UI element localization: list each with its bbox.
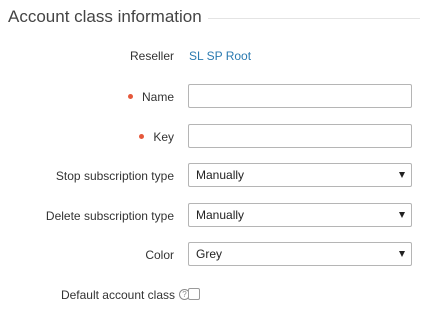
delete-subscription-type-value: Manually [196,208,245,222]
name-row: Name [0,84,426,110]
key-label: Key [139,124,174,150]
dropdown-arrow-icon [399,251,405,257]
default-account-class-row: Default account class? [0,282,426,308]
key-row: Key [0,124,426,150]
key-label-text: Key [153,130,174,144]
reseller-link[interactable]: SL SP Root [189,43,251,69]
required-marker-icon [139,134,145,140]
delete-subscription-type-label: Delete subscription type [45,209,174,223]
name-label-text: Name [141,90,174,104]
color-label: Color [145,248,174,262]
dropdown-arrow-icon [399,172,405,178]
delete-subscription-type-row: Delete subscription type Manually [0,203,426,229]
delete-subscription-type-select[interactable]: Manually [188,203,412,227]
stop-subscription-type-label: Stop subscription type [55,169,174,183]
name-input[interactable] [188,84,412,108]
reseller-label: Reseller [129,49,174,63]
stop-subscription-type-select[interactable]: Manually [188,163,412,187]
section-title: Account class information [8,7,208,27]
stop-subscription-type-row: Stop subscription type Manually [0,163,426,189]
section-header: Account class information [0,0,426,36]
color-row: Color Grey [0,242,426,268]
stop-subscription-type-value: Manually [196,168,245,182]
color-select[interactable]: Grey [188,242,412,266]
name-label: Name [127,84,174,110]
default-account-class-label: Default account class? [61,282,190,308]
required-marker-icon [127,94,133,100]
default-account-class-checkbox[interactable] [188,288,200,300]
reseller-row: Reseller SL SP Root [0,43,426,69]
key-input[interactable] [188,124,412,148]
dropdown-arrow-icon [399,212,405,218]
default-account-class-label-text: Default account class [60,288,175,302]
color-value: Grey [196,247,223,261]
